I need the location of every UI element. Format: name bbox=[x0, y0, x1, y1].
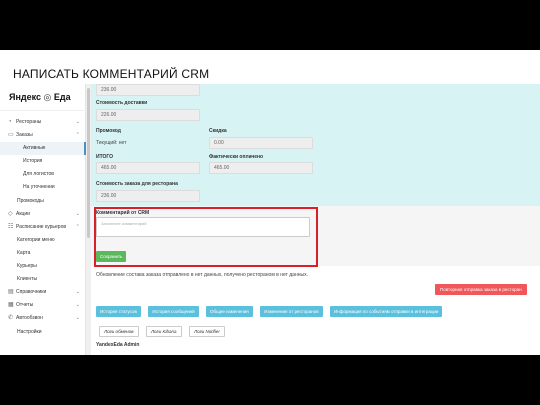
chevron-down-icon: ⌄ bbox=[75, 289, 80, 296]
discount-label: Скидка bbox=[209, 128, 227, 134]
sidebar-item-label: История bbox=[23, 158, 43, 165]
sidebar-item-label: Расписание курьеров bbox=[16, 223, 67, 230]
logo-suffix: Еда bbox=[53, 92, 71, 102]
sidebar-item-promotions[interactable]: ◇ Акции ⌄ bbox=[0, 208, 86, 221]
promo-current-text: Текущий: нет bbox=[96, 140, 127, 146]
restaurant-icon: ◔ bbox=[8, 119, 12, 125]
delivery-value-field: 226.00 bbox=[96, 109, 200, 121]
phone-icon: ✆ bbox=[8, 315, 14, 322]
sidebar-item-label: Акции bbox=[16, 210, 30, 217]
logo-divider bbox=[0, 110, 86, 111]
sidebar-item-clients[interactable]: Клиенты bbox=[0, 273, 86, 286]
top-black-bar bbox=[0, 0, 540, 50]
slide-title: НАПИСАТЬ КОММЕНТАРИЙ CRM bbox=[13, 67, 210, 81]
tag-icon: ◇ bbox=[8, 210, 13, 217]
sidebar-item-label: Промокоды bbox=[17, 197, 44, 204]
total-label: ИТОГО bbox=[96, 154, 114, 160]
sidebar-item-label: На уточнении bbox=[23, 184, 55, 191]
sidebar-item-label: Заказы bbox=[16, 132, 33, 139]
bottom-black-bar bbox=[0, 355, 540, 405]
logo-eda-icon: ◎ bbox=[43, 92, 52, 102]
sidebar-item-reports[interactable]: ▦ Отчеты ⌄ bbox=[0, 299, 86, 312]
sidebar-item-couriers[interactable]: Курьеры bbox=[0, 260, 86, 273]
delivery-label: Стоимость доставки bbox=[96, 100, 148, 106]
notifier-logs-button[interactable]: Логи Notifier bbox=[189, 326, 225, 337]
sidebar-item-label: Рестораны bbox=[16, 119, 42, 125]
history-button-row: История статусов История сообщений Общие… bbox=[96, 300, 445, 318]
chevron-up-icon: ⌃ bbox=[75, 223, 80, 230]
status-history-button[interactable]: История статусов bbox=[96, 306, 141, 317]
footer-label: YandexEda Admin bbox=[96, 342, 140, 348]
sidebar-item-active[interactable]: Активные bbox=[0, 142, 86, 156]
orders-icon: ▭ bbox=[8, 132, 14, 139]
yandex-eda-logo: Яндекс ◎ Еда bbox=[9, 92, 71, 103]
sidebar-item-menu-categories[interactable]: Категории меню bbox=[0, 234, 86, 247]
logo-text: Яндекс bbox=[9, 92, 42, 102]
top-value-field: 236.00 bbox=[96, 84, 200, 96]
sidebar-item-label: Отчеты bbox=[16, 302, 34, 309]
sidebar-item-orders[interactable]: ▭ Заказы ⌃ bbox=[0, 129, 86, 142]
chevron-down-icon: ⌄ bbox=[75, 210, 80, 217]
paid-value-field: 465.00 bbox=[209, 162, 313, 174]
report-icon: ▦ bbox=[8, 302, 14, 309]
promo-label: Промокод bbox=[96, 128, 121, 134]
sidebar-item-label: Справочники bbox=[16, 289, 47, 296]
sidebar-item-label: Категории меню bbox=[17, 236, 55, 243]
message-history-button[interactable]: История сообщений bbox=[148, 306, 199, 317]
sidebar-item-label: Автообзвон bbox=[16, 315, 43, 322]
sidebar: Яндекс ◎ Еда ◔ Рестораны ⌄ ▭ Заказы ⌃ Ак… bbox=[0, 84, 86, 355]
sidebar-item-clarification[interactable]: На уточнении bbox=[0, 181, 86, 194]
discount-value-field: 0.00 bbox=[209, 137, 313, 149]
total-value-field: 465.00 bbox=[96, 162, 200, 174]
schedule-icon: ☷ bbox=[8, 223, 14, 230]
chevron-down-icon: ⌄ bbox=[75, 315, 80, 322]
sidebar-item-label: Клиенты bbox=[17, 276, 38, 283]
order-cost-panel bbox=[91, 84, 540, 206]
restaurant-changes-button[interactable]: Изменения от ресторанов bbox=[260, 306, 323, 317]
sidebar-item-label: Активные bbox=[23, 145, 46, 152]
sidebar-item-map[interactable]: Карта bbox=[0, 247, 86, 260]
sidebar-item-promocodes[interactable]: Промокоды bbox=[0, 195, 86, 208]
update-status-text: Обновление состава заказа отправлено в н… bbox=[96, 272, 308, 278]
sidebar-nav: ◔ Рестораны ⌄ ▭ Заказы ⌃ Активные Истори… bbox=[0, 116, 86, 339]
sidebar-item-logistics[interactable]: Для логистов bbox=[0, 168, 86, 181]
restaurant-cost-label: Стоимость заказа для ресторана bbox=[96, 181, 178, 187]
comment-highlight-frame bbox=[94, 207, 318, 267]
sidebar-item-directories[interactable]: ▤ Справочники ⌄ bbox=[0, 286, 86, 299]
sidebar-item-label: Курьеры bbox=[17, 263, 37, 270]
resend-order-button[interactable]: Повторная отправка заказа в ресторан bbox=[435, 284, 527, 295]
sidebar-scrollbar-thumb[interactable] bbox=[87, 88, 90, 238]
chevron-down-icon: ⌄ bbox=[75, 119, 80, 125]
sidebar-item-history[interactable]: История bbox=[0, 155, 86, 168]
sidebar-item-label: Для логистов bbox=[23, 171, 54, 178]
integration-events-button[interactable]: Информация по событиям отправки в интегр… bbox=[330, 306, 443, 317]
book-icon: ▤ bbox=[8, 289, 14, 296]
sidebar-item-settings[interactable]: Настройки bbox=[0, 326, 86, 339]
logs-button-row: Логи обменов Логи Kibana Логи Notifier bbox=[99, 320, 228, 338]
restaurant-cost-field: 236.00 bbox=[96, 190, 200, 202]
sidebar-item-autodial[interactable]: ✆ Автообзвон ⌄ bbox=[0, 312, 86, 325]
exchange-logs-button[interactable]: Логи обменов bbox=[99, 326, 139, 337]
chevron-down-icon: ⌄ bbox=[75, 302, 80, 309]
paid-label: Фактически оплачено bbox=[209, 154, 264, 160]
chevron-up-icon: ⌃ bbox=[75, 132, 80, 139]
general-changes-button[interactable]: Общие изменения bbox=[206, 306, 253, 317]
sidebar-item-restaurants[interactable]: ◔ Рестораны ⌄ bbox=[0, 116, 86, 129]
kibana-logs-button[interactable]: Логи Kibana bbox=[145, 326, 182, 337]
sidebar-item-courier-schedule[interactable]: ☷ Расписание курьеров ⌃ bbox=[0, 221, 86, 234]
sidebar-item-label: Карта bbox=[17, 249, 31, 256]
sidebar-item-label: Настройки bbox=[17, 328, 42, 335]
